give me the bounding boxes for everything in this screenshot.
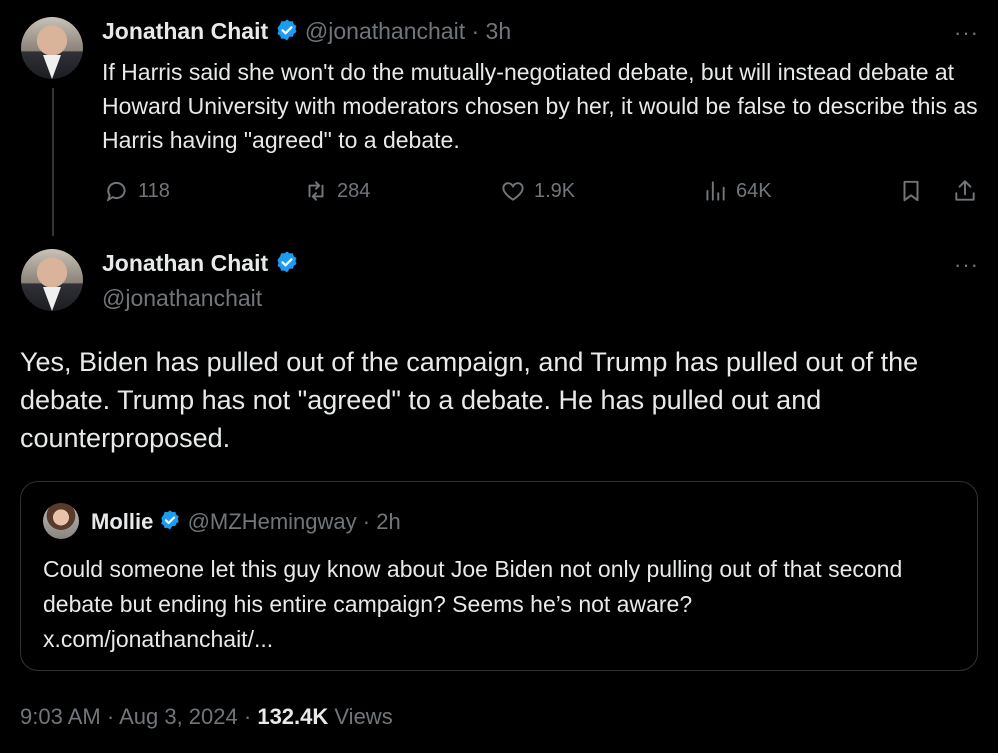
bookmark-button[interactable]: [898, 178, 924, 204]
avatar-jonathan-chait-thread[interactable]: [21, 17, 83, 79]
tweet-meta: 9:03 AM · Aug 3, 2024 · 132.4K Views: [20, 704, 393, 730]
like-icon: [502, 182, 524, 201]
share-icon: [955, 180, 975, 201]
quoted-tweet-header: Mollie @MZHemingway · 2h: [91, 509, 401, 537]
repost-button[interactable]: 284: [303, 178, 370, 204]
views-icon: [706, 181, 725, 201]
bookmark-icon: [903, 180, 919, 202]
post-time[interactable]: 9:03 AM: [20, 704, 101, 729]
reply-icon: [106, 181, 126, 202]
thread-tweet-header: Jonathan Chait @jonathanchait · 3h: [102, 18, 511, 48]
verified-icon: [275, 18, 299, 48]
main-tweet-text: Yes, Biden has pulled out of the campaig…: [20, 347, 919, 453]
main-author-name[interactable]: Jonathan Chait: [102, 250, 268, 276]
main-author-handle[interactable]: @jonathanchait: [102, 285, 262, 312]
main-author-row: Jonathan Chait: [102, 250, 299, 280]
quoted-author-name: Mollie: [91, 509, 154, 534]
views-count: 64K: [736, 179, 772, 202]
repost-count: 284: [337, 179, 371, 202]
quoted-author-handle: @MZHemingway: [187, 509, 357, 534]
separator-dot: ·: [106, 704, 115, 729]
more-icon[interactable]: ···: [954, 254, 979, 276]
like-button[interactable]: 1.9K: [500, 178, 575, 204]
tweet-time[interactable]: 3h: [486, 18, 512, 44]
post-date[interactable]: Aug 3, 2024: [119, 704, 238, 729]
verified-icon: [275, 250, 299, 280]
share-button[interactable]: [952, 178, 978, 204]
views-total[interactable]: 132.4K: [257, 704, 328, 729]
author-name[interactable]: Jonathan Chait: [102, 18, 268, 44]
separator-dot: ·: [243, 704, 252, 729]
views-label: Views: [334, 704, 393, 729]
avatar-mollie: [43, 503, 79, 539]
reply-button[interactable]: 118: [104, 178, 170, 204]
separator-dot: ·: [471, 18, 480, 45]
quoted-tweet-text: Could someone let this guy know about Jo…: [43, 556, 903, 617]
quoted-tweet-time: 2h: [376, 509, 401, 534]
like-count: 1.9K: [534, 179, 576, 202]
quoted-tweet-card[interactable]: Mollie @MZHemingway · 2h Could someone l…: [20, 481, 978, 671]
quoted-tweet-body: Could someone let this guy know about Jo…: [43, 552, 953, 657]
quoted-tweet-link[interactable]: x.com/jonathanchait/...: [43, 626, 273, 652]
separator-dot: ·: [362, 509, 371, 534]
verified-icon: [159, 509, 181, 537]
thread-tweet-text: If Harris said she won't do the mutually…: [102, 59, 978, 153]
repost-icon: [308, 181, 324, 201]
more-icon[interactable]: ···: [954, 22, 979, 44]
thread-connector-line: [52, 88, 54, 236]
reply-count: 118: [138, 179, 170, 202]
avatar-jonathan-chait-main[interactable]: [21, 249, 83, 311]
views-button[interactable]: 64K: [702, 178, 772, 204]
author-handle[interactable]: @jonathanchait: [305, 18, 465, 44]
